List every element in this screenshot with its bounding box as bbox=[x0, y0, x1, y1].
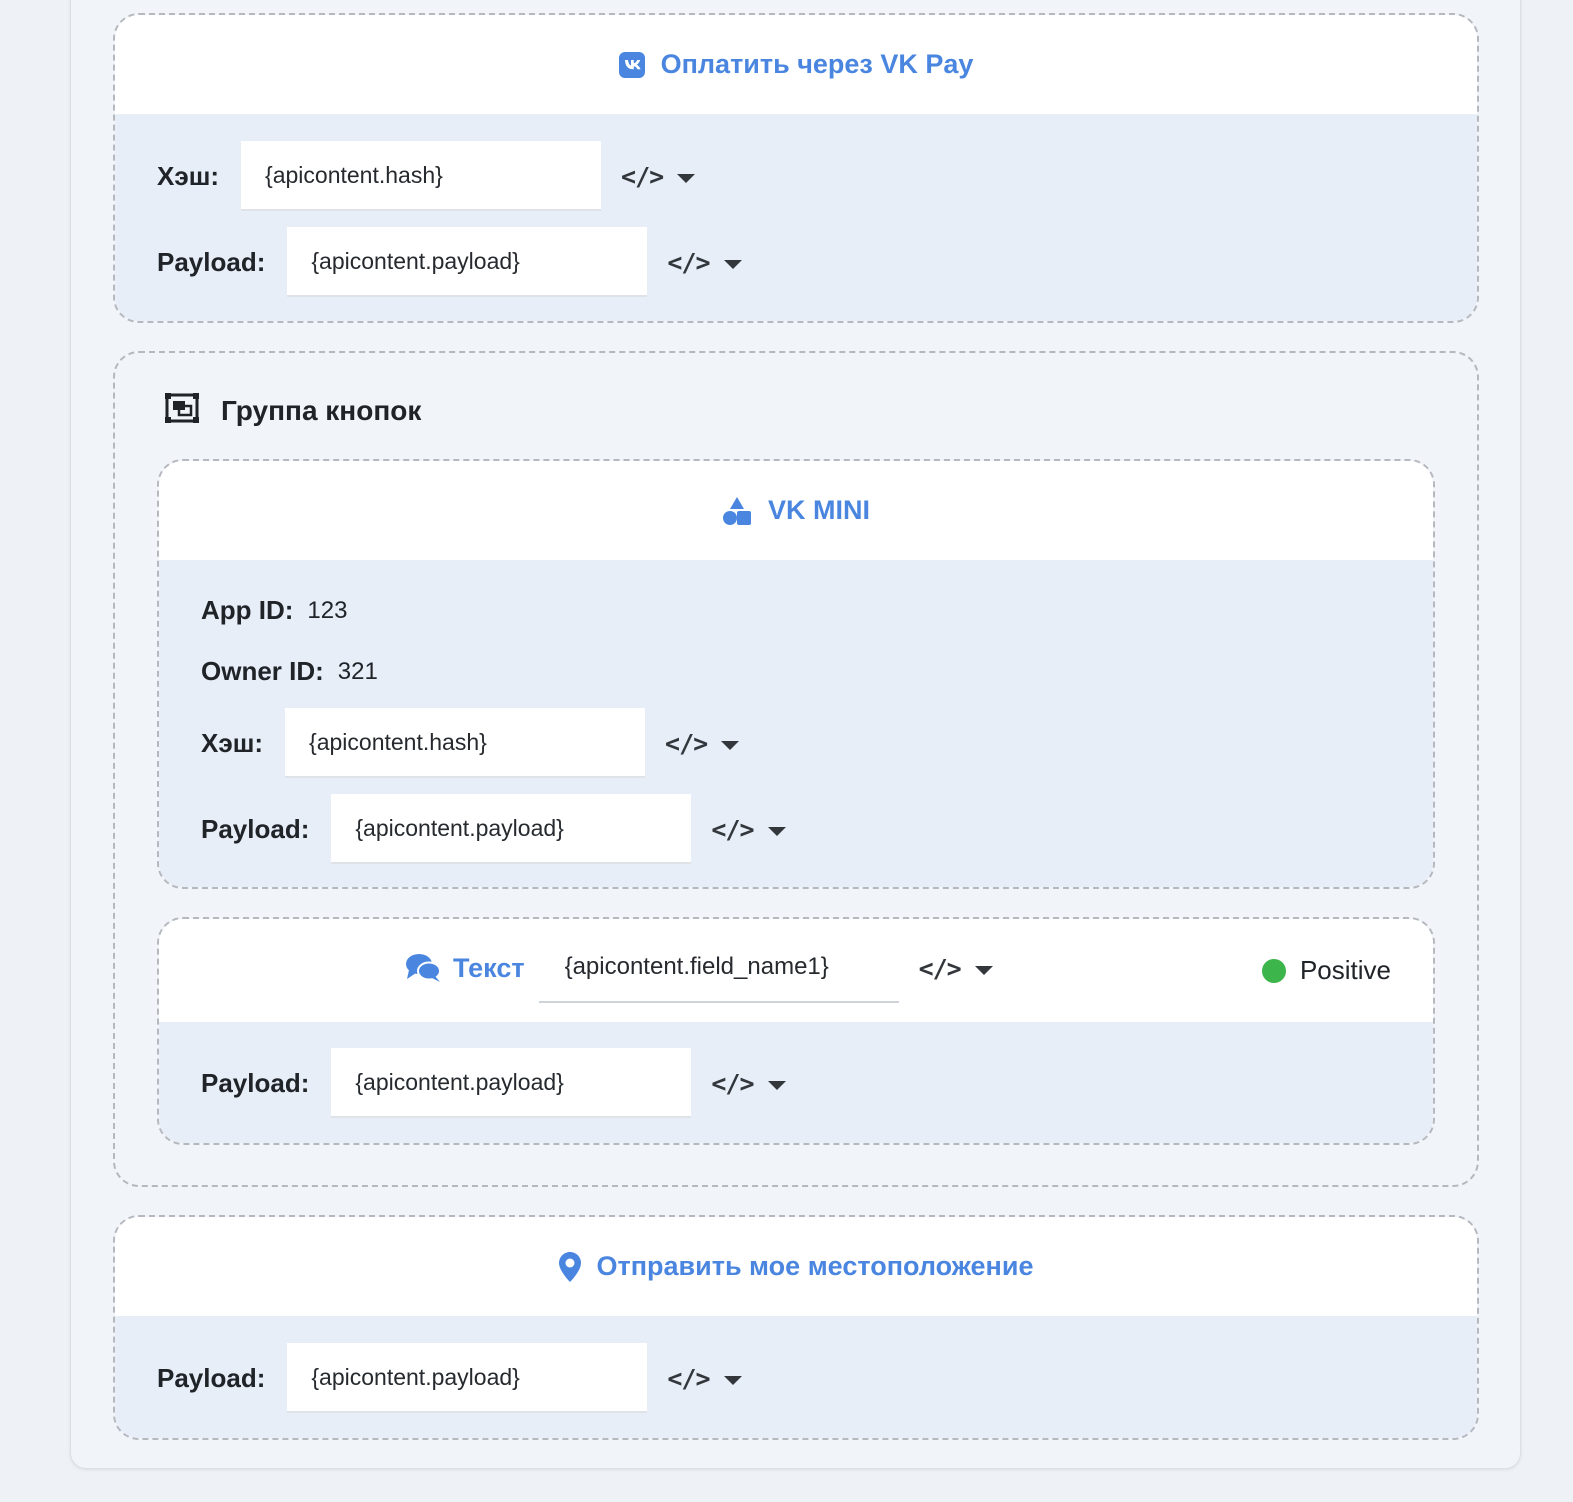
payload-input[interactable]: {apicontent.payload} bbox=[331, 794, 692, 864]
text-button-block: Текст {apicontent.field_name1} </> Posit… bbox=[157, 917, 1435, 1145]
hash-input[interactable]: {apicontent.hash} bbox=[241, 141, 602, 211]
code-icon[interactable]: </> bbox=[711, 815, 754, 844]
owner-id-row: Owner ID: 321 bbox=[201, 656, 378, 687]
shapes-icon bbox=[722, 496, 752, 525]
vkpay-body: Хэш: {apicontent.hash} </> Payload: {api… bbox=[115, 114, 1477, 321]
code-icon[interactable]: </> bbox=[667, 248, 710, 277]
chevron-down-icon[interactable] bbox=[721, 740, 740, 750]
location-body: Payload: {apicontent.payload} </> bbox=[115, 1316, 1477, 1438]
color-dot-icon bbox=[1261, 958, 1286, 983]
group-frame-icon bbox=[165, 393, 199, 428]
payload-input[interactable]: {apicontent.payload} bbox=[331, 1048, 692, 1118]
text-button-input[interactable]: {apicontent.field_name1} bbox=[538, 933, 899, 1003]
text-button-header: Текст {apicontent.field_name1} </> Posit… bbox=[159, 919, 1433, 1022]
payload-label: Payload: bbox=[201, 813, 310, 844]
app-id-label: App ID: bbox=[201, 595, 294, 625]
map-pin-icon bbox=[558, 1251, 581, 1282]
payload-label: Payload: bbox=[157, 1362, 266, 1393]
button-group-header: Группа кнопок bbox=[165, 393, 421, 428]
app-id-row: App ID: 123 bbox=[201, 595, 347, 626]
app-id-value: 123 bbox=[307, 596, 348, 624]
payload-input[interactable]: {apicontent.payload} bbox=[287, 227, 648, 297]
vkmini-header[interactable]: VK MINI bbox=[159, 461, 1433, 560]
owner-id-label: Owner ID: bbox=[201, 656, 324, 686]
vkmini-block: VK MINI App ID: 123 Owner ID: 321 Хэш: {… bbox=[157, 459, 1435, 889]
code-icon[interactable]: </> bbox=[621, 162, 664, 191]
chevron-down-icon[interactable] bbox=[767, 1080, 786, 1090]
hash-label: Хэш: bbox=[201, 727, 264, 758]
vkpay-hash-row: Хэш: {apicontent.hash} </> bbox=[157, 141, 696, 211]
hash-input[interactable]: {apicontent.hash} bbox=[285, 708, 646, 778]
hash-label: Хэш: bbox=[157, 160, 220, 191]
text-button-row: Текст {apicontent.field_name1} </> bbox=[405, 933, 993, 1003]
vk-logo-icon bbox=[618, 51, 645, 78]
vkmini-payload-row: Payload: {apicontent.payload} </> bbox=[201, 794, 786, 864]
payload-label: Payload: bbox=[201, 1067, 310, 1098]
vkmini-hash-row: Хэш: {apicontent.hash} </> bbox=[201, 708, 740, 778]
payload-label: Payload: bbox=[157, 246, 266, 277]
vkpay-block: Оплатить через VK Pay Хэш: {apicontent.h… bbox=[113, 13, 1479, 323]
button-color-label: Positive bbox=[1299, 955, 1391, 985]
location-block: Отправить мое местоположение Payload: {a… bbox=[113, 1215, 1479, 1440]
vkmini-title: VK MINI bbox=[767, 495, 870, 525]
vkpay-header[interactable]: Оплатить через VK Pay bbox=[115, 15, 1477, 114]
chevron-down-icon[interactable] bbox=[767, 826, 786, 836]
code-icon[interactable]: </> bbox=[711, 1069, 754, 1098]
location-header[interactable]: Отправить мое местоположение bbox=[115, 1217, 1477, 1316]
chevron-down-icon[interactable] bbox=[974, 965, 993, 975]
button-group-title: Группа кнопок bbox=[221, 394, 422, 426]
vkmini-body: App ID: 123 Owner ID: 321 Хэш: {apiconte… bbox=[159, 560, 1433, 887]
vkpay-title: Оплатить через VK Pay bbox=[660, 49, 974, 79]
code-icon[interactable]: </> bbox=[665, 729, 708, 758]
text-button-body: Payload: {apicontent.payload} </> bbox=[159, 1022, 1433, 1143]
button-group-block: Группа кнопок VK MINI App ID: 123 Owner … bbox=[113, 351, 1479, 1187]
text-button-payload-row: Payload: {apicontent.payload} </> bbox=[201, 1048, 786, 1118]
chevron-down-icon[interactable] bbox=[723, 1375, 742, 1385]
chevron-down-icon[interactable] bbox=[723, 259, 742, 269]
location-payload-row: Payload: {apicontent.payload} </> bbox=[157, 1343, 742, 1413]
text-button-title: Текст bbox=[453, 952, 525, 983]
code-icon[interactable]: </> bbox=[667, 1364, 710, 1393]
chat-bubbles-icon bbox=[405, 953, 441, 983]
chevron-down-icon[interactable] bbox=[677, 173, 696, 183]
location-title: Отправить мое местоположение bbox=[596, 1251, 1034, 1281]
payload-input[interactable]: {apicontent.payload} bbox=[287, 1343, 648, 1413]
owner-id-value: 321 bbox=[337, 657, 378, 685]
button-color-selector[interactable]: Positive bbox=[1261, 955, 1391, 986]
code-icon[interactable]: </> bbox=[919, 954, 962, 983]
vkpay-payload-row: Payload: {apicontent.payload} </> bbox=[157, 227, 742, 297]
